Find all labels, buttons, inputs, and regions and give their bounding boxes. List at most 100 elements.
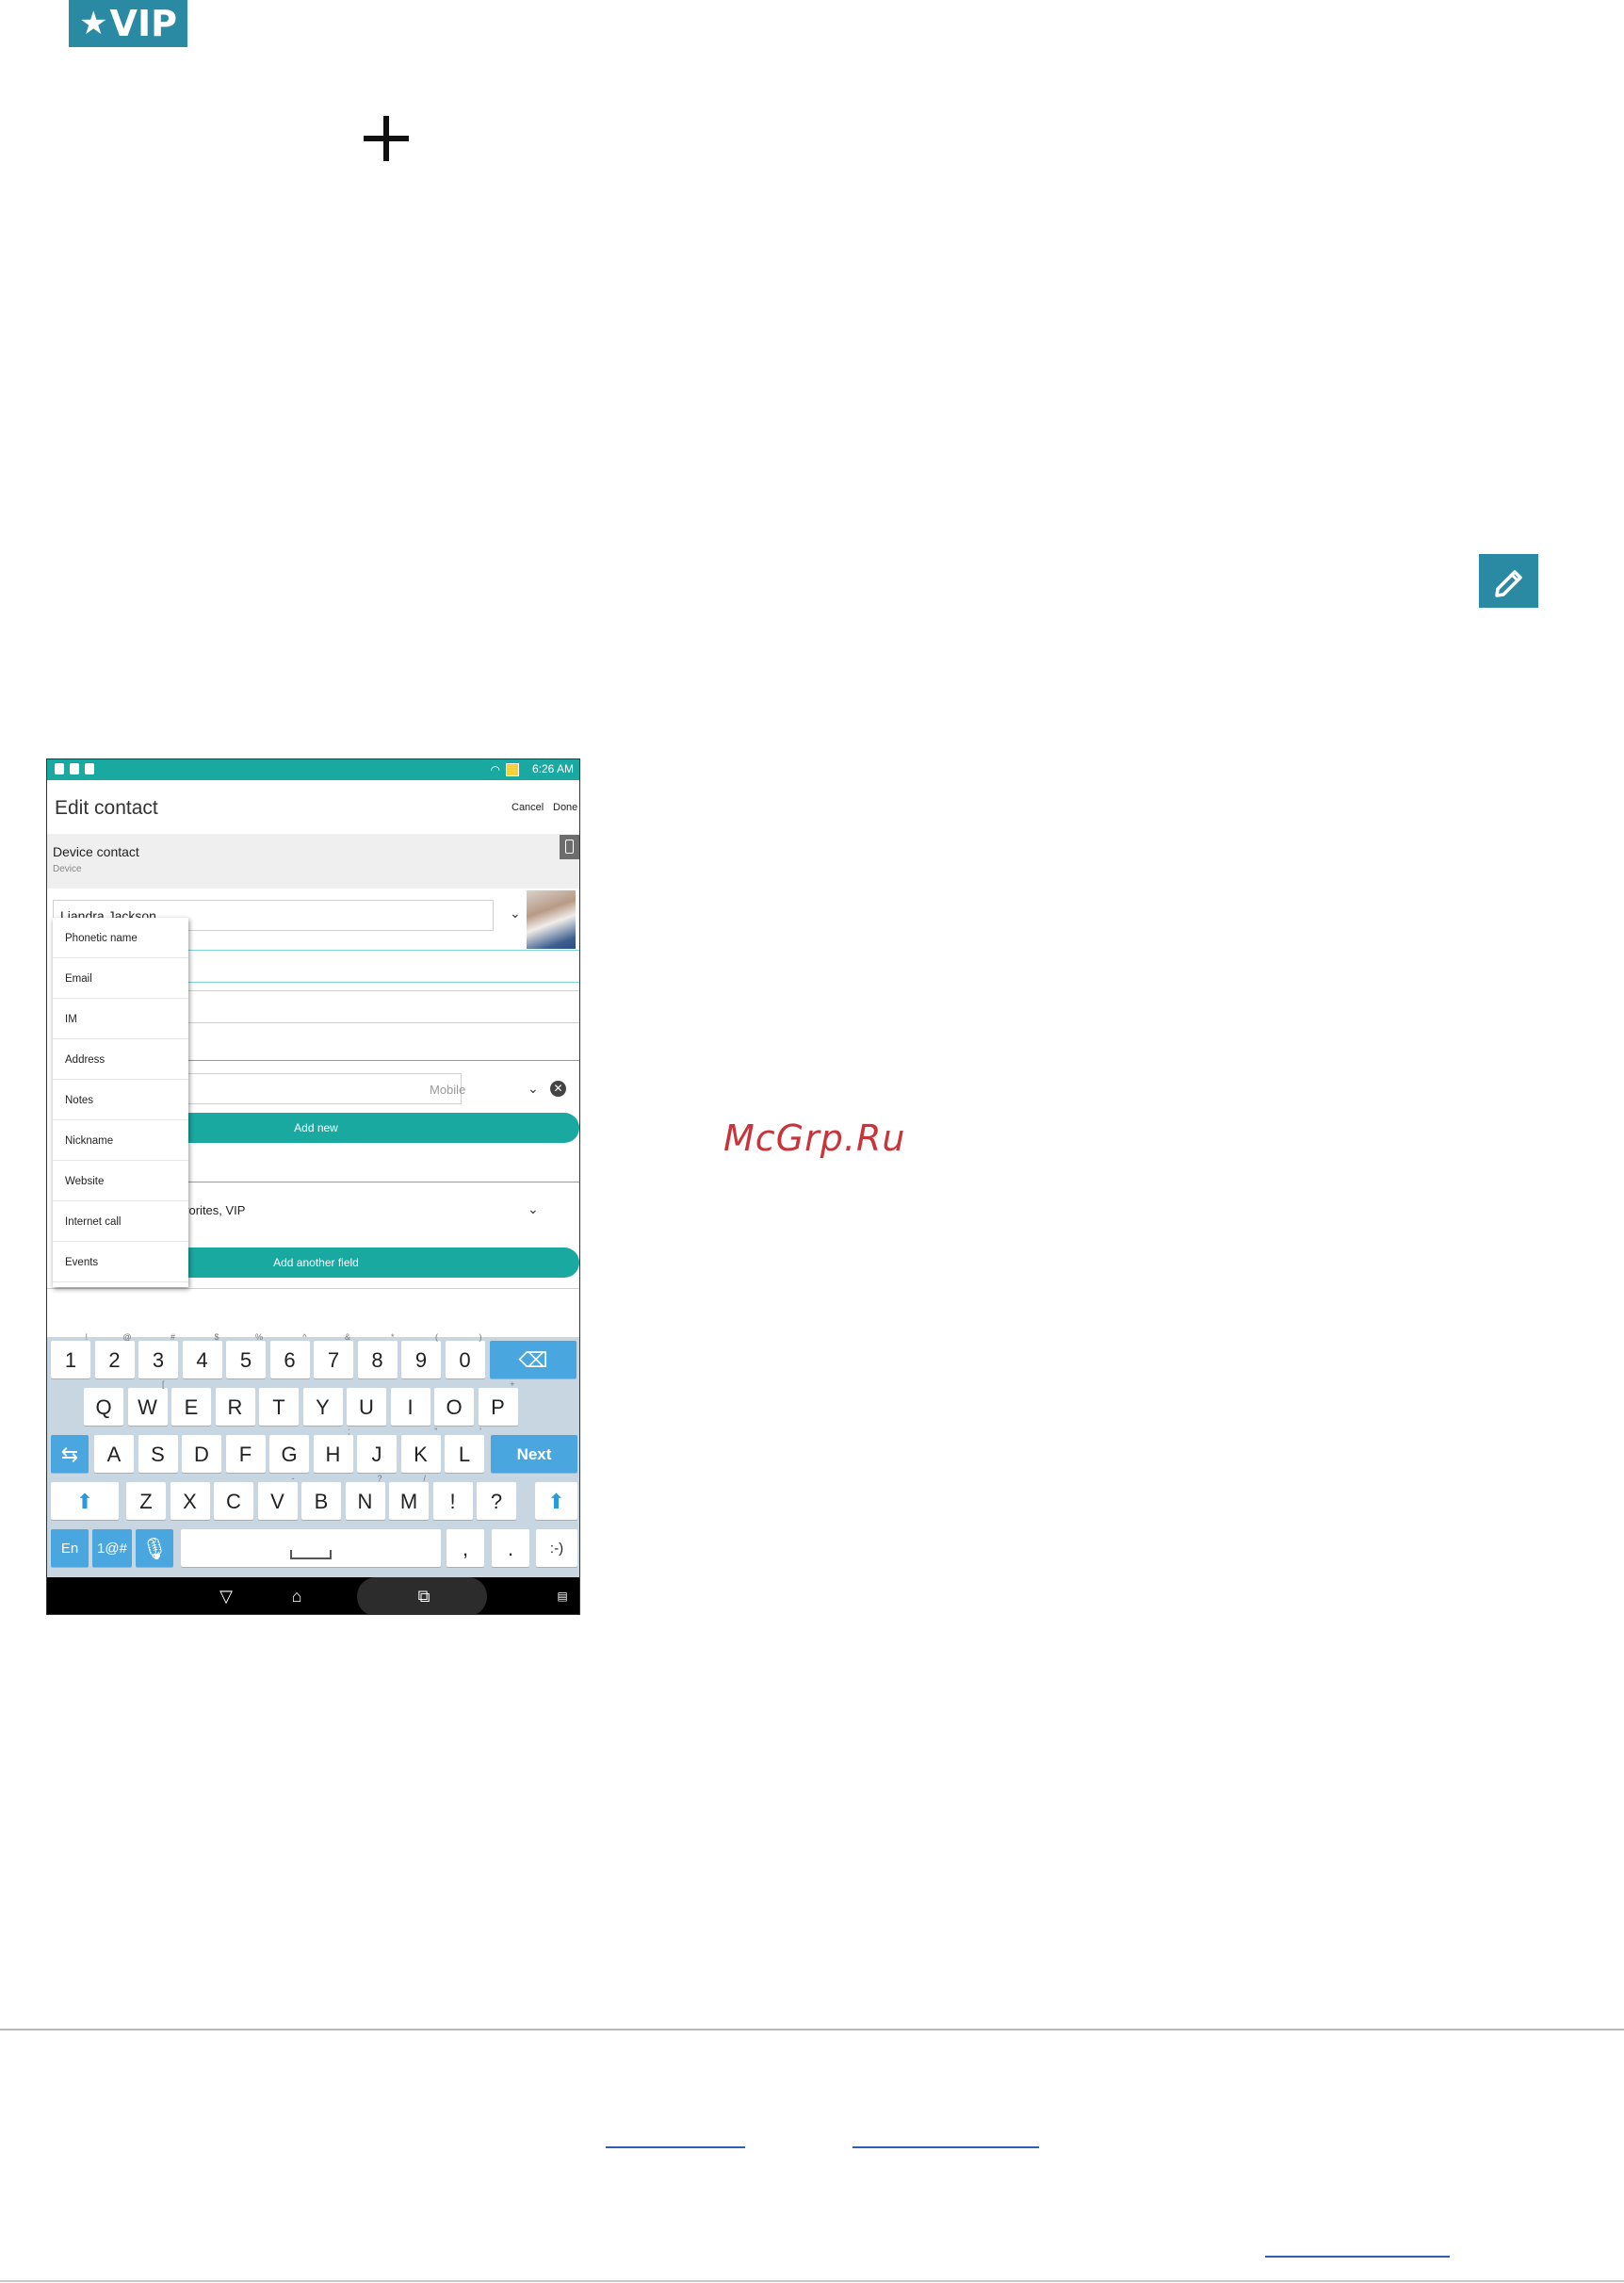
keyboard-row-bottom: En 1@# 🎙 , . :-) (47, 1529, 579, 1571)
key-3[interactable]: 3 # (138, 1332, 178, 1378)
key-1[interactable]: 1! (51, 1332, 90, 1378)
footer-link-underline[interactable] (606, 2146, 745, 2148)
menu-item-notes[interactable]: Notes (53, 1080, 188, 1120)
key-u[interactable]: U (347, 1388, 386, 1426)
remove-icon[interactable]: ✕ (550, 1081, 566, 1097)
symbols-key[interactable]: 1@# (92, 1529, 132, 1567)
key-t[interactable]: T (259, 1388, 299, 1426)
contact-photo[interactable] (527, 890, 576, 949)
key-d[interactable]: D (182, 1435, 221, 1473)
footer-link-underline[interactable] (1265, 2256, 1450, 2258)
chevron-down-icon[interactable]: ⌄ (528, 1081, 539, 1097)
account-type: Device (53, 864, 82, 874)
phone-screenshot: ◠ 6:26 AM Edit contact Cancel Done Devic… (46, 758, 580, 1615)
key-m[interactable]: M / (389, 1474, 429, 1520)
shift-key-left[interactable]: ⬆ (51, 1482, 119, 1520)
key-9[interactable]: 9( (401, 1332, 441, 1378)
navigation-bar: ▽ ⌂ ⧉ ▤ (47, 1577, 579, 1614)
menu-item-im[interactable]: IM (53, 999, 188, 1039)
key-0[interactable]: 0) (445, 1332, 485, 1378)
menu-item-address[interactable]: Address (53, 1039, 188, 1080)
star-icon: ★ (79, 5, 108, 42)
key-y[interactable]: Y (302, 1388, 343, 1426)
page-title: Edit contact (55, 797, 158, 819)
keyboard-switch-icon[interactable]: ▤ (550, 1577, 575, 1614)
page-bottom-divider (0, 2280, 1624, 2282)
key-h[interactable]: H; (313, 1427, 353, 1473)
key-p[interactable]: P + (478, 1379, 518, 1426)
smiley-key[interactable]: :-) (536, 1529, 577, 1567)
key-s[interactable]: S (138, 1435, 178, 1473)
vip-badge: ★ VIP (69, 0, 187, 47)
key-8[interactable]: 8 * (357, 1332, 398, 1378)
groups-value[interactable]: vorites, VIP (183, 1203, 245, 1217)
footer-link-underline[interactable] (853, 2146, 1039, 2148)
key-q[interactable]: Q (84, 1388, 123, 1426)
key-z[interactable]: Z (126, 1482, 166, 1520)
keyboard-row-1: Q W[E R T Y U I O P + (47, 1379, 579, 1429)
key-j[interactable]: J (357, 1435, 397, 1473)
key-a[interactable]: A (94, 1435, 134, 1473)
key-b[interactable]: B (301, 1482, 341, 1520)
home-icon[interactable]: ⌂ (273, 1577, 320, 1614)
menu-item-email[interactable]: Email (53, 958, 188, 999)
done-button[interactable]: Done (553, 802, 577, 813)
key-g[interactable]: G (269, 1435, 309, 1473)
period-key[interactable]: . (492, 1529, 529, 1567)
field-type-menu: Phonetic name Email IM Address Notes Nic… (53, 918, 188, 1287)
tab-key[interactable]: ⇆ (51, 1435, 89, 1473)
key-v[interactable]: V- (257, 1474, 298, 1520)
pencil-icon (1479, 554, 1538, 608)
divider (47, 1288, 579, 1289)
key-l[interactable]: L ' (445, 1427, 484, 1473)
key-exclamation[interactable]: ! (432, 1482, 473, 1520)
wifi-battery-icons: ◠ (491, 763, 519, 776)
language-key[interactable]: En (51, 1529, 89, 1567)
phone-type-select[interactable]: Mobile (430, 1083, 465, 1097)
account-name: Device contact (53, 844, 139, 859)
chevron-down-icon[interactable]: ⌄ (510, 905, 521, 921)
comma-key[interactable]: , (447, 1529, 484, 1567)
key-n[interactable]: N? (345, 1474, 385, 1520)
shift-key-right[interactable]: ⬆ (535, 1482, 577, 1520)
key-c[interactable]: C (214, 1482, 253, 1520)
menu-item-nickname[interactable]: Nickname (53, 1120, 188, 1161)
key-question[interactable]: ? (477, 1482, 516, 1520)
back-icon[interactable]: ▽ (207, 1577, 245, 1614)
microphone-icon[interactable]: 🎙 (136, 1529, 173, 1567)
key-e[interactable]: E (171, 1388, 211, 1426)
menu-item-internet-call[interactable]: Internet call (53, 1201, 188, 1242)
space-key[interactable] (181, 1529, 441, 1567)
keyboard-row-2: ⇆ A S D F G H; J K " L ' Next (47, 1427, 579, 1476)
keyboard: 1! 2 @3 #4 $5% 6 ^ 7 & 8 * 9(0) ⌫ Q W[E R T Y U I O P + ⇆ A S D F… (47, 1332, 579, 1577)
plus-icon (364, 116, 409, 161)
watermark: McGrp.Ru (723, 1117, 906, 1159)
chevron-down-icon[interactable]: ⌄ (528, 1201, 539, 1217)
recent-apps-icon[interactable]: ⧉ (400, 1577, 447, 1614)
menu-item-events[interactable]: Events (53, 1242, 188, 1282)
key-2[interactable]: 2 @ (94, 1332, 135, 1378)
device-icon (560, 835, 579, 859)
key-i[interactable]: I (390, 1388, 430, 1426)
key-7[interactable]: 7 & (314, 1332, 353, 1378)
key-o[interactable]: O (434, 1388, 474, 1426)
backspace-key[interactable]: ⌫ (490, 1341, 577, 1378)
account-row[interactable] (47, 834, 579, 889)
footer-divider (0, 2029, 1624, 2030)
key-6[interactable]: 6 ^ (269, 1332, 310, 1378)
vip-label: VIP (109, 3, 177, 44)
keyboard-row-3: ⬆ Z X C V - B N? M /!? ⬆ (47, 1474, 579, 1524)
key-k[interactable]: K " (400, 1427, 441, 1473)
key-r[interactable]: R (215, 1388, 255, 1426)
menu-item-phonetic-name[interactable]: Phonetic name (53, 918, 188, 958)
cancel-button[interactable]: Cancel (512, 802, 544, 813)
key-f[interactable]: F (225, 1435, 266, 1473)
key-w[interactable]: W[ (127, 1379, 168, 1426)
key-x[interactable]: X (170, 1482, 210, 1520)
notification-icons (55, 763, 94, 775)
key-4[interactable]: 4 $ (182, 1332, 222, 1378)
menu-item-website[interactable]: Website (53, 1161, 188, 1201)
status-bar: ◠ 6:26 AM (47, 759, 579, 780)
next-key[interactable]: Next (491, 1435, 577, 1473)
key-5[interactable]: 5% (226, 1332, 266, 1378)
